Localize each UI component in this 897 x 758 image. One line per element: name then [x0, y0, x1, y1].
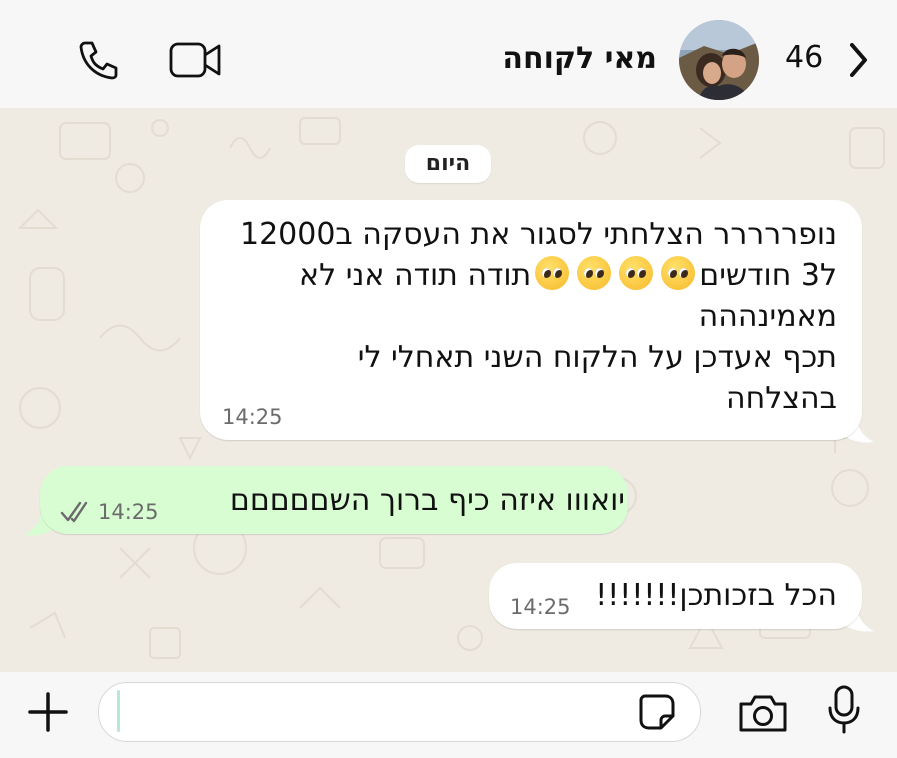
message-line: תכף אעדכן על הלקוח השני תאחלי לי: [357, 340, 837, 375]
date-divider: היום: [405, 145, 491, 183]
message-line: בהצלחה: [726, 381, 837, 416]
contact-name[interactable]: מאי לקוחה: [502, 41, 657, 76]
plus-icon[interactable]: [26, 690, 70, 734]
chat-header: מאי לקוחה 46: [0, 0, 897, 108]
message-line: ל3 חודשים: [699, 258, 837, 293]
camera-icon[interactable]: [737, 692, 789, 734]
phone-icon[interactable]: [77, 38, 121, 82]
message-line: מאמינההה: [698, 299, 837, 334]
sticker-icon[interactable]: [637, 692, 677, 732]
message-line-with-emoji: ל3 חודשים תודה תודה אני לא: [240, 255, 837, 296]
video-icon[interactable]: [168, 40, 224, 80]
pleading-face-emoji: [619, 256, 654, 290]
pleading-face-emoji: [577, 256, 612, 290]
chevron-left-icon[interactable]: [846, 40, 870, 80]
unread-count[interactable]: 46: [785, 40, 823, 75]
microphone-icon[interactable]: [826, 684, 862, 736]
message-time: 14:25: [510, 595, 571, 619]
pleading-face-emoji: [661, 256, 696, 290]
chat-screen: מאי לקוחה 46 היום נופררררר הצלחתי לסגור …: [0, 0, 897, 758]
avatar[interactable]: [679, 20, 759, 100]
message-line: נופררררר הצלחתי לסגור את העסקה ב12000: [239, 217, 837, 252]
double-check-icon: [60, 501, 88, 523]
message-text: נופררררר הצלחתי לסגור את העסקה ב12000 ל3…: [240, 214, 837, 419]
message-input[interactable]: [98, 682, 701, 742]
pleading-face-emoji: [535, 256, 570, 290]
message-time: 14:25: [98, 500, 159, 524]
text-cursor: [117, 690, 120, 732]
message-time: 14:25: [222, 405, 283, 429]
message-line: תודה תודה אני לא: [299, 258, 532, 293]
message-text: יואווו איזה כיף ברוך השםםםםם: [229, 483, 625, 518]
message-text: הכל בזכותכן!!!!!!!: [595, 578, 837, 613]
